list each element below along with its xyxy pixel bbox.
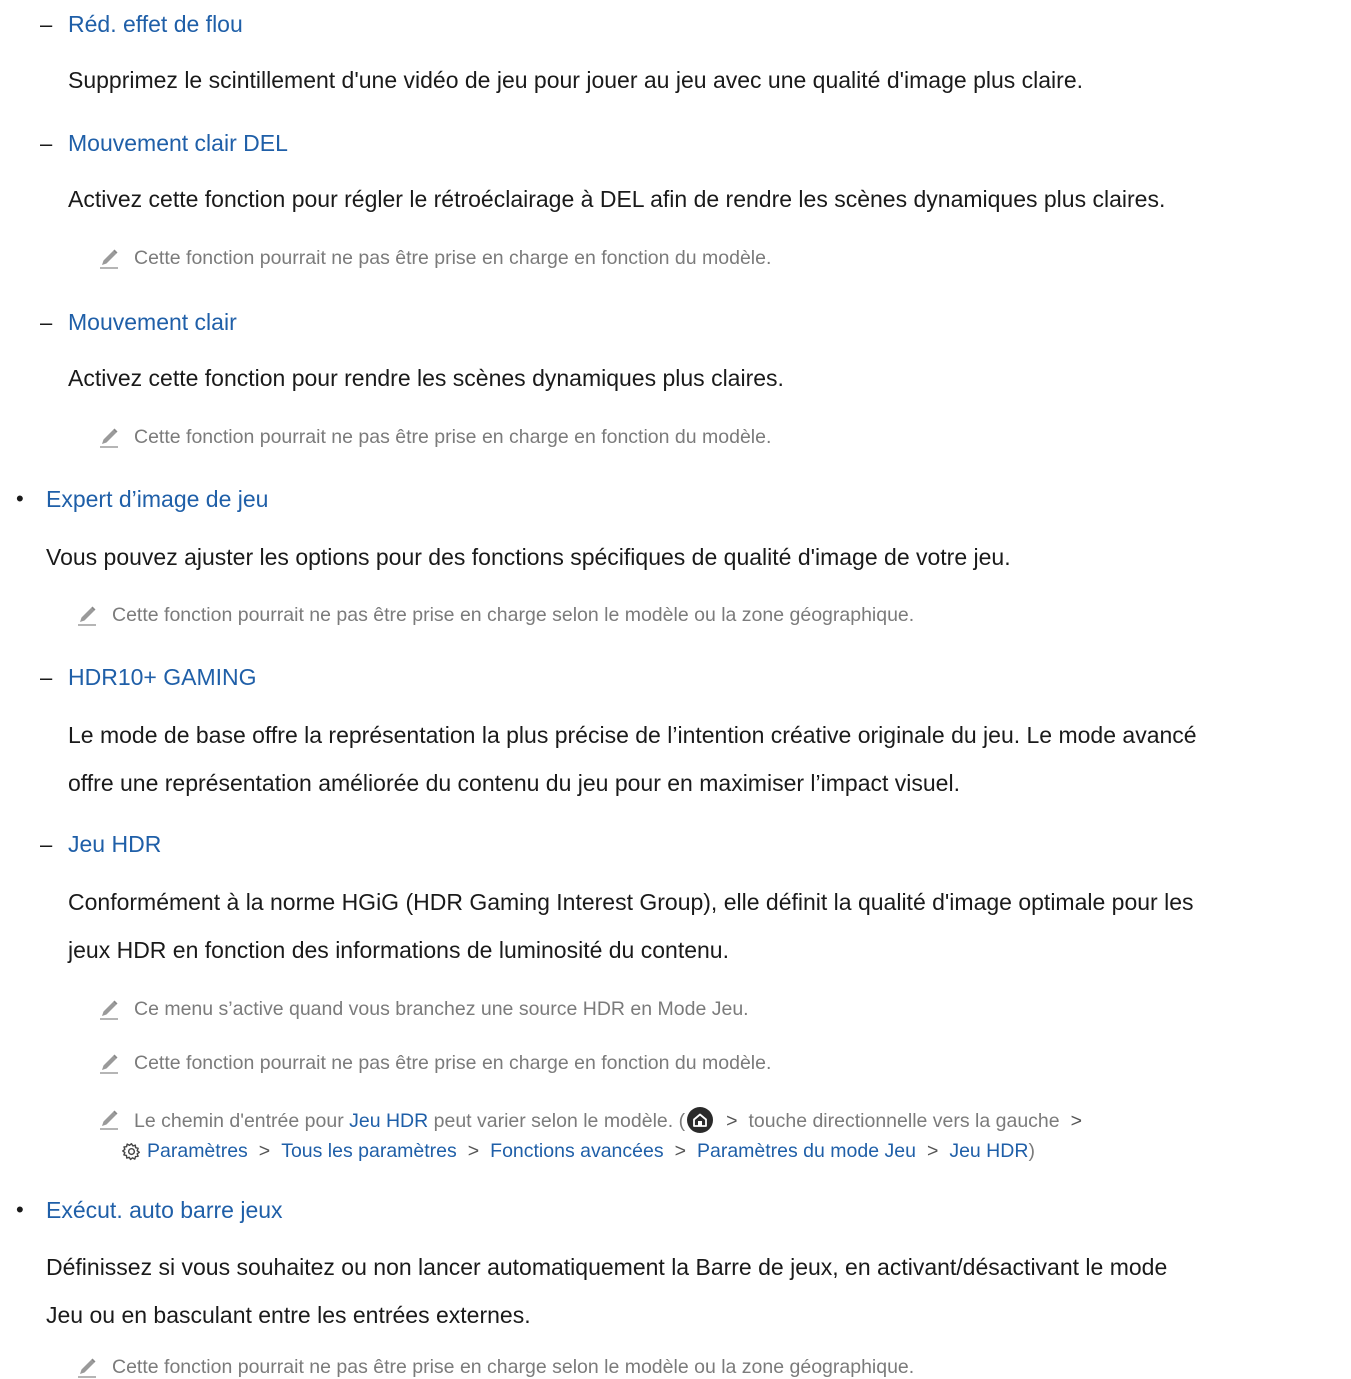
path-tous-les-parametres[interactable]: Tous les paramètres <box>281 1140 457 1163</box>
body-jeu-hdr-line2: jeux HDR en fonction des informations de… <box>68 937 729 963</box>
chevron-right-icon: > <box>258 1140 271 1162</box>
note: Cette fonction pourrait ne pas être pris… <box>98 426 771 449</box>
chevron-right-icon: > <box>467 1140 480 1162</box>
note-text: Le chemin d'entrée pour Jeu HDR peut var… <box>134 1107 1093 1133</box>
note-text: Cette fonction pourrait ne pas être pris… <box>112 604 915 626</box>
pencil-icon <box>98 248 120 270</box>
note: Le chemin d'entrée pour Jeu HDR peut var… <box>98 1107 1093 1133</box>
note-text: Cette fonction pourrait ne pas être pris… <box>134 426 772 448</box>
pencil-icon <box>76 1357 98 1379</box>
body-mouvement-clair: Activez cette fonction pour rendre les s… <box>68 365 784 391</box>
path-jeu-hdr[interactable]: Jeu HDR <box>949 1140 1028 1163</box>
note-text: Cette fonction pourrait ne pas être pris… <box>112 1356 915 1378</box>
chevron-right-icon: > <box>674 1140 686 1162</box>
list-dash: – <box>40 832 53 857</box>
heading-expert-image-jeu[interactable]: Expert d’image de jeu <box>46 486 268 513</box>
note: Cette fonction pourrait ne pas être pris… <box>76 604 914 627</box>
path-parametres[interactable]: Paramètres <box>147 1140 248 1163</box>
heading-red-effet-flou[interactable]: Réd. effet de flou <box>68 11 243 38</box>
pencil-icon <box>98 1109 120 1131</box>
list-dash: – <box>40 310 53 335</box>
chevron-right-icon: > <box>1070 1110 1083 1132</box>
body-jeu-hdr-line1: Conformément à la norme HGiG (HDR Gaming… <box>68 889 1194 915</box>
heading-hdr10-gaming[interactable]: HDR10+ GAMING <box>68 664 257 691</box>
note: Ce menu s’active quand vous branchez une… <box>98 998 749 1021</box>
heading-execut-auto-barre-jeux[interactable]: Exécut. auto barre jeux <box>46 1197 283 1224</box>
gear-icon <box>122 1142 141 1161</box>
list-dash: – <box>40 665 53 690</box>
chevron-right-icon: > <box>726 1110 738 1132</box>
note: Cette fonction pourrait ne pas être pris… <box>76 1356 914 1379</box>
home-icon <box>687 1107 714 1133</box>
heading-jeu-hdr[interactable]: Jeu HDR <box>68 831 161 858</box>
body-execut-auto-barre-jeux-line2: Jeu ou en basculant entre les entrées ex… <box>46 1302 531 1328</box>
note: Cette fonction pourrait ne pas être pris… <box>98 247 771 270</box>
note-text: Cette fonction pourrait ne pas être pris… <box>134 1052 772 1074</box>
pencil-icon <box>98 999 120 1021</box>
note-text: Cette fonction pourrait ne pas être pris… <box>134 247 772 269</box>
chevron-right-icon: > <box>926 1140 939 1162</box>
body-red-effet-flou: Supprimez le scintillement d'une vidéo d… <box>68 67 1083 93</box>
body-hdr10-gaming-line1: Le mode de base offre la représentation … <box>68 722 1197 748</box>
note-text: Ce menu s’active quand vous branchez une… <box>134 998 749 1020</box>
path-parametres-mode-jeu[interactable]: Paramètres du mode Jeu <box>697 1140 916 1163</box>
body-execut-auto-barre-jeux-line1: Définissez si vous souhaitez ou non lanc… <box>46 1254 1168 1280</box>
body-expert-image-jeu: Vous pouvez ajuster les options pour des… <box>46 544 1011 570</box>
body-mouvement-clair-del: Activez cette fonction pour régler le ré… <box>68 186 1166 212</box>
note: Cette fonction pourrait ne pas être pris… <box>98 1052 771 1075</box>
list-bullet: • <box>16 1197 24 1222</box>
heading-mouvement-clair[interactable]: Mouvement clair <box>68 309 237 336</box>
link-jeu-hdr[interactable]: Jeu HDR <box>349 1110 428 1132</box>
pencil-icon <box>98 427 120 449</box>
heading-mouvement-clair-del[interactable]: Mouvement clair DEL <box>68 130 288 157</box>
list-bullet: • <box>16 486 24 511</box>
path-fonctions-avancees[interactable]: Fonctions avancées <box>490 1140 663 1163</box>
note-path-line: Paramètres > Tous les paramètres > Fonct… <box>122 1140 1035 1163</box>
list-dash: – <box>40 131 53 156</box>
body-hdr10-gaming-line2: offre une représentation améliorée du co… <box>68 770 960 796</box>
list-dash: – <box>40 12 53 37</box>
pencil-icon <box>98 1053 120 1075</box>
pencil-icon <box>76 605 98 627</box>
